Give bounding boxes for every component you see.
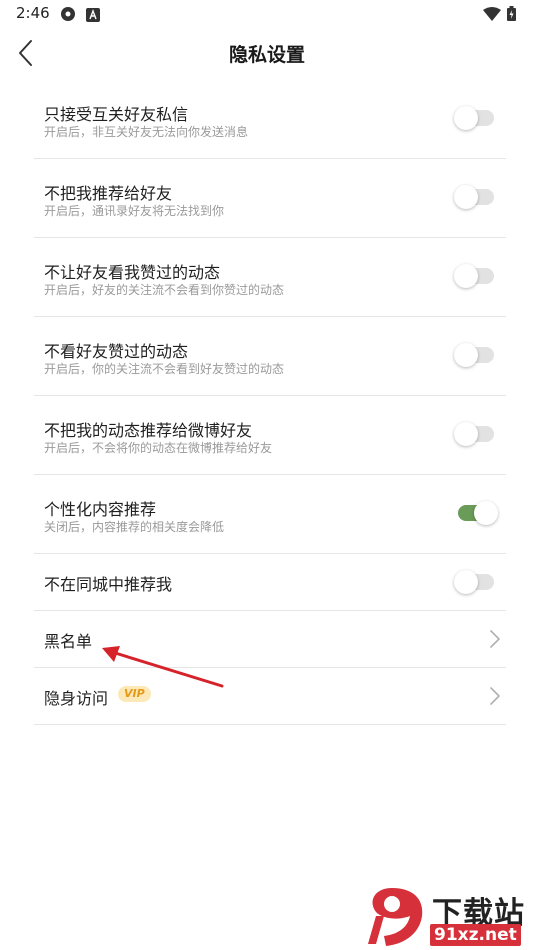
watermark-url: 91xz.net <box>430 924 521 946</box>
toggle-switch[interactable] <box>454 106 494 130</box>
watermark-logo-icon <box>368 888 423 946</box>
toggle-switch[interactable] <box>454 422 494 446</box>
setting-subtitle: 开启后，通讯录好友将无法找到你 <box>44 204 225 218</box>
setting-title: 不让好友看我赞过的动态 <box>44 263 221 282</box>
setting-subtitle: 开启后，非互关好友无法向你发送消息 <box>44 125 249 139</box>
setting-subtitle: 关闭后，内容推荐的相关度会降低 <box>44 520 225 534</box>
gear-icon <box>60 6 76 26</box>
setting-title: 不看好友赞过的动态 <box>44 342 189 361</box>
settings-list: 只接受互关好友私信 开启后，非互关好友无法向你发送消息 不把我推荐给好友 开启后… <box>34 80 506 725</box>
setting-subtitle: 开启后，不会将你的动态在微博推荐给好友 <box>44 441 273 455</box>
setting-row-hide-friend-likes: 不看好友赞过的动态 开启后，你的关注流不会看到好友赞过的动态 <box>34 317 506 396</box>
setting-row-weibo-recommend: 不把我的动态推荐给微博好友 开启后，不会将你的动态在微博推荐给好友 <box>34 396 506 475</box>
setting-title: 不把我推荐给好友 <box>44 184 173 203</box>
page-title: 隐私设置 <box>228 44 305 66</box>
blacklist-label: 黑名单 <box>44 632 93 651</box>
setting-row-mutual-dm: 只接受互关好友私信 开启后，非互关好友无法向你发送消息 <box>34 80 506 159</box>
status-time: 2:46 <box>16 4 50 22</box>
setting-title: 不在同城中推荐我 <box>44 575 173 594</box>
setting-title: 只接受互关好友私信 <box>44 105 189 124</box>
chevron-right-icon <box>490 687 500 705</box>
annotation-arrow-icon <box>102 646 224 688</box>
chevron-right-icon <box>490 630 500 648</box>
setting-subtitle: 开启后，好友的关注流不会看到你赞过的动态 <box>44 283 285 297</box>
setting-subtitle: 开启后，你的关注流不会看到好友赞过的动态 <box>44 362 285 376</box>
setting-title: 个性化内容推荐 <box>44 500 157 519</box>
status-bar: 2:46 <box>0 0 534 28</box>
setting-row-recommend-me: 不把我推荐给好友 开启后，通讯录好友将无法找到你 <box>34 159 506 238</box>
setting-row-hide-my-likes: 不让好友看我赞过的动态 开启后，好友的关注流不会看到你赞过的动态 <box>34 238 506 317</box>
watermark: 下载站 91xz.net <box>362 886 532 948</box>
toggle-switch[interactable] <box>458 501 498 525</box>
setting-row-personalized: 个性化内容推荐 关闭后，内容推荐的相关度会降低 <box>34 475 506 554</box>
setting-title: 不把我的动态推荐给微博好友 <box>44 421 253 440</box>
toggle-switch[interactable] <box>454 264 494 288</box>
wifi-icon <box>483 6 501 25</box>
toggle-switch[interactable] <box>454 185 494 209</box>
a-icon <box>86 7 100 26</box>
setting-row-local: 不在同城中推荐我 <box>34 554 506 611</box>
header: 隐私设置 <box>0 30 534 76</box>
battery-icon <box>507 6 516 25</box>
toggle-switch[interactable] <box>454 343 494 367</box>
toggle-switch[interactable] <box>454 570 494 594</box>
